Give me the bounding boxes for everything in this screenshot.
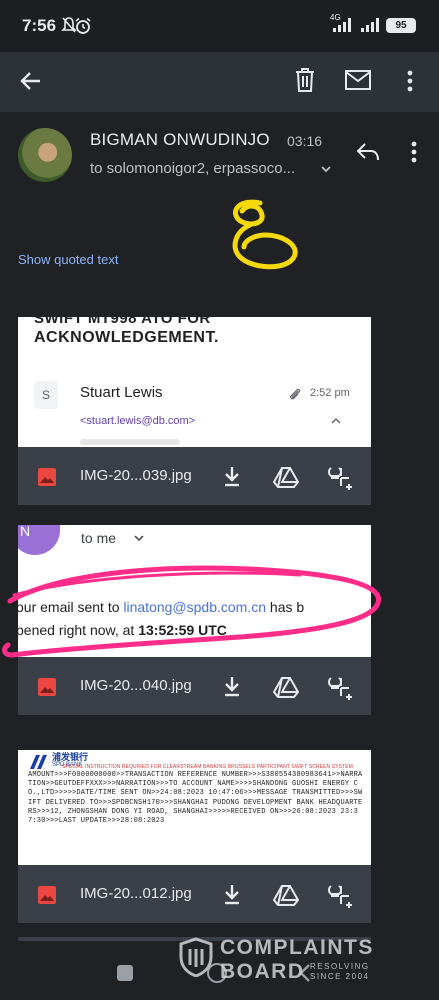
save-to-drive-icon[interactable] bbox=[273, 884, 299, 906]
save-to-drive-icon[interactable] bbox=[273, 466, 299, 488]
swift-message-text: AMOUNT>>>F0000000000>>TRANSACTION REFERE… bbox=[28, 771, 363, 826]
add-to-photos-icon[interactable] bbox=[328, 883, 354, 909]
yellow-scribble-annotation bbox=[232, 199, 298, 270]
bank-name-cn: 浦发银行 bbox=[52, 752, 89, 762]
pink-highlight-annotation bbox=[2, 565, 382, 658]
signal-icon-2 bbox=[361, 18, 379, 32]
save-to-drive-icon[interactable] bbox=[273, 676, 299, 698]
attachment-bar-3[interactable]: IMG-20...012.jpg bbox=[18, 865, 371, 923]
status-bar: 7:56 4G 95 bbox=[0, 0, 439, 52]
attachment-filename: IMG-20...040.jpg bbox=[80, 677, 192, 694]
message-more-icon[interactable] bbox=[406, 139, 422, 165]
add-to-photos-icon[interactable] bbox=[328, 465, 354, 491]
preview-avatar: N bbox=[18, 525, 60, 555]
attachment-filename: IMG-20...012.jpg bbox=[80, 885, 192, 902]
attachment-bar-1[interactable]: IMG-20...039.jpg bbox=[18, 447, 371, 505]
swift-red-title: SPECIAL INSTRUCTION REQUIRED FOR CLEARST… bbox=[62, 764, 353, 770]
preview-faded-line bbox=[80, 439, 180, 445]
watermark-line-1: COMPLAINTS bbox=[220, 936, 374, 959]
watermark-tagline: RESOLVING SINCE 2004 bbox=[310, 962, 370, 981]
delete-icon[interactable] bbox=[293, 67, 317, 93]
recipients[interactable]: to solomonoigor2, erpassoco... bbox=[90, 160, 295, 177]
show-quoted-text-link[interactable]: Show quoted text bbox=[18, 252, 118, 267]
back-arrow-icon[interactable] bbox=[18, 68, 44, 94]
signal-icon bbox=[333, 18, 351, 32]
recent-apps-button[interactable] bbox=[117, 965, 133, 981]
complaintsboard-watermark: COMPLAINTS BOARD RESOLVING SINCE 2004 bbox=[176, 934, 406, 984]
download-icon[interactable] bbox=[222, 465, 242, 487]
watermark-line-2: BOARD bbox=[220, 960, 305, 983]
attachment-bar-2[interactable]: IMG-20...040.jpg bbox=[18, 657, 371, 715]
preview-heading: ACKNOWLEDGEMENT. bbox=[34, 329, 219, 346]
reply-icon[interactable] bbox=[355, 141, 381, 163]
chevron-up-icon bbox=[331, 418, 341, 424]
download-icon[interactable] bbox=[222, 883, 242, 905]
preview-time: 2:52 pm bbox=[310, 387, 350, 399]
sender-avatar[interactable] bbox=[18, 128, 72, 182]
attachment-preview-1[interactable]: SWIFT MT998 ATO FOR ACKNOWLEDGEMENT. S S… bbox=[18, 317, 371, 447]
preview-avatar: S bbox=[34, 381, 58, 409]
preview-email: <stuart.lewis@db.com> bbox=[80, 415, 196, 427]
app-toolbar bbox=[0, 52, 439, 112]
battery-icon: 95 bbox=[386, 18, 416, 33]
sender-name[interactable]: BIGMAN ONWUDINJO bbox=[90, 130, 270, 150]
status-time: 7:56 bbox=[22, 16, 57, 35]
chevron-down-icon bbox=[134, 535, 144, 542]
preview-cut-heading: SWIFT MT998 ATO FOR bbox=[34, 317, 211, 327]
attachment-filename: IMG-20...039.jpg bbox=[80, 467, 192, 484]
shield-logo-icon bbox=[179, 937, 213, 977]
message-time: 03:16 bbox=[287, 133, 323, 149]
more-options-icon[interactable] bbox=[400, 68, 420, 94]
chevron-down-icon[interactable] bbox=[319, 163, 333, 175]
alarm-icon bbox=[75, 17, 91, 34]
download-icon[interactable] bbox=[222, 675, 242, 697]
preview-sender-name: Stuart Lewis bbox=[80, 384, 163, 401]
paperclip-icon bbox=[290, 388, 301, 400]
image-file-icon bbox=[38, 886, 56, 904]
spd-bank-logo-icon bbox=[30, 755, 47, 769]
preview-to-me: to me bbox=[81, 530, 117, 546]
add-to-photos-icon[interactable] bbox=[328, 675, 354, 701]
mark-unread-icon[interactable] bbox=[344, 69, 372, 91]
image-file-icon bbox=[38, 678, 56, 696]
image-file-icon bbox=[38, 468, 56, 486]
attachment-preview-3[interactable]: 浦发银行 SPD BANK SPECIAL INSTRUCTION REQUIR… bbox=[18, 750, 371, 865]
